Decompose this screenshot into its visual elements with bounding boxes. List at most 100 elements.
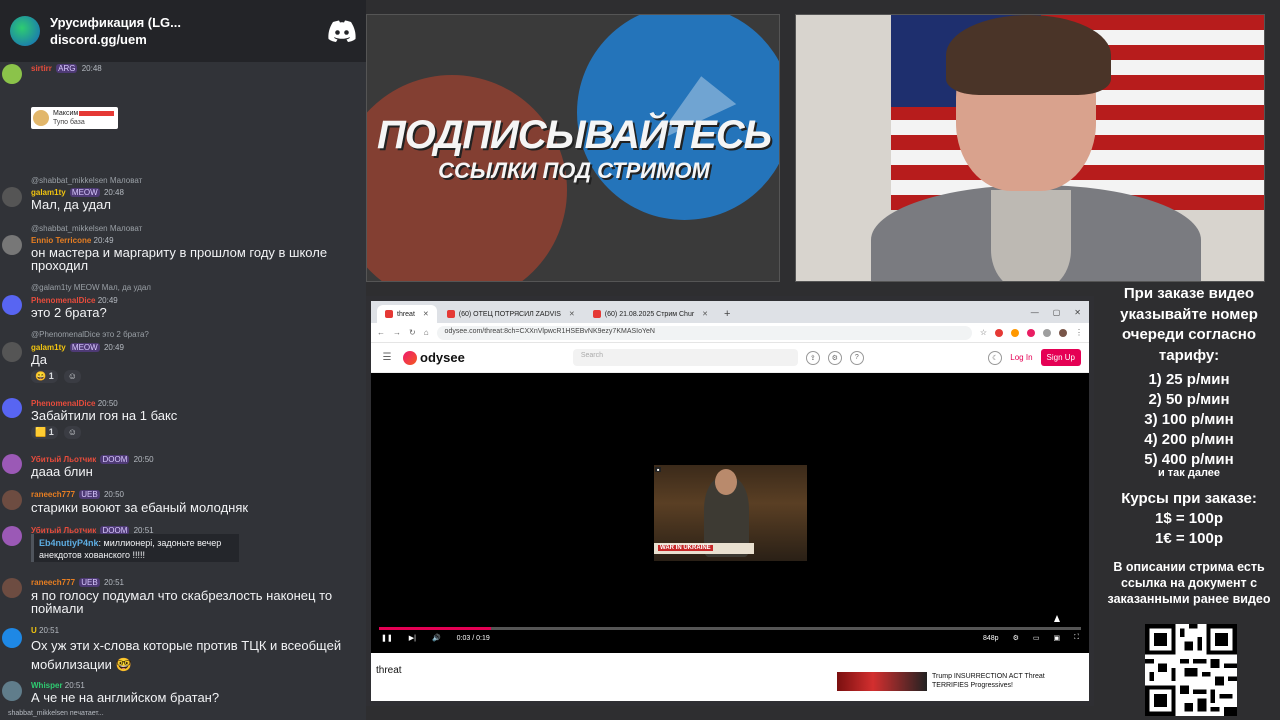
- timestamp: 20:51: [39, 626, 60, 635]
- rate-item: 1$ = 100р: [1155, 510, 1223, 527]
- message-text: дааа блин: [31, 464, 93, 479]
- user-avatar[interactable]: [2, 295, 22, 315]
- add-reaction-icon[interactable]: ☺: [63, 370, 81, 383]
- extension-icon[interactable]: [1027, 328, 1035, 337]
- seek-bar[interactable]: [379, 627, 1081, 630]
- video-player[interactable]: ■ WAR IN UKRAINE ❚❚ ▶| 🔊 0:03 / 0:19 848…: [371, 373, 1089, 653]
- browser-tab[interactable]: (60) ОТЕЦ ПОТРЯСИЛ ZADVIS ✕: [439, 305, 583, 323]
- channel-bug: ■: [655, 467, 662, 472]
- browser-tab[interactable]: (60) 21.08.2025 Стрим Chur ✕: [585, 305, 716, 323]
- reply-preview[interactable]: @shabbat_mikkelsen Маловат: [31, 176, 142, 185]
- extension-icon[interactable]: [1043, 328, 1051, 337]
- message-meta: U 20:51: [31, 626, 59, 635]
- speaker-head: [715, 469, 737, 495]
- theme-toggle-icon[interactable]: ☾: [988, 350, 1003, 365]
- close-tab-icon[interactable]: ✕: [569, 310, 575, 318]
- suggested-video-title[interactable]: Trump INSURRECTION ACT Threat TERRIFIES …: [932, 672, 1082, 690]
- message-text: Мал, да удал: [31, 197, 111, 212]
- cast-icon[interactable]: ▭: [1033, 634, 1040, 642]
- volume-icon[interactable]: 🔊: [432, 634, 441, 642]
- discord-icon: [328, 20, 356, 42]
- close-tab-icon[interactable]: ✕: [702, 310, 708, 318]
- pause-icon[interactable]: ❚❚: [381, 634, 393, 642]
- reload-icon[interactable]: ↻: [409, 328, 416, 337]
- user-avatar[interactable]: [2, 628, 22, 648]
- user-avatar[interactable]: [2, 235, 22, 255]
- close-tab-icon[interactable]: ✕: [423, 310, 429, 318]
- close-window-icon[interactable]: ✕: [1074, 308, 1081, 317]
- price-list-panel: При заказе видео указывайте номер очеред…: [1098, 284, 1280, 607]
- signup-button[interactable]: Sign Up: [1040, 349, 1081, 366]
- profile-avatar-icon[interactable]: [1059, 328, 1067, 337]
- username[interactable]: PhenomenalDice: [31, 399, 95, 408]
- maximize-icon[interactable]: ▢: [1053, 308, 1061, 317]
- new-tab-button[interactable]: +: [718, 308, 736, 323]
- username[interactable]: galam1ty: [31, 343, 66, 352]
- user-avatar[interactable]: [2, 490, 22, 510]
- url-field[interactable]: odysee.com/threat:8ch=CXXnVlpwcR1HSEBvNK…: [436, 325, 972, 340]
- reply-preview[interactable]: @galam1ty MEOW Мал, да удал: [31, 283, 151, 292]
- subscribe-banner: ПОДПИСЫВАЙТЕСЬ ССЫЛКИ ПОД СТРИМОМ: [366, 14, 780, 282]
- reply-preview[interactable]: @shabbat_mikkelsen Маловат: [31, 224, 142, 233]
- settings-gear-icon[interactable]: ⚙: [827, 350, 842, 365]
- forward-icon[interactable]: →: [393, 328, 401, 337]
- reply-preview[interactable]: @PhenomenalDice это 2 брата?: [31, 330, 149, 339]
- add-reaction-icon[interactable]: ☺: [63, 426, 81, 439]
- extension-icon[interactable]: [995, 328, 1003, 337]
- user-avatar[interactable]: [2, 578, 22, 598]
- image-embed[interactable]: Максим Тупо база: [31, 107, 118, 129]
- browser-tab[interactable]: threat ✕: [377, 305, 437, 323]
- quoted-username[interactable]: Eb4nutiyP4nk: [39, 538, 99, 548]
- next-icon[interactable]: ▶|: [409, 634, 416, 642]
- username[interactable]: Ennio Terricone: [31, 236, 91, 245]
- minimize-icon[interactable]: —: [1031, 308, 1039, 317]
- video-title: threat: [376, 665, 402, 676]
- username[interactable]: galam1ty: [31, 188, 66, 197]
- tab-label: (60) ОТЕЦ ПОТРЯСИЛ ZADVIS: [458, 310, 561, 318]
- settings-icon[interactable]: ⚙: [1013, 634, 1019, 642]
- embed-name: Максим: [53, 110, 79, 117]
- suggested-video-thumbnail[interactable]: [837, 672, 927, 691]
- search-input[interactable]: Search: [572, 349, 798, 366]
- rates-block: Курсы при заказе: 1$ = 100р 1€ = 100р: [1098, 489, 1280, 549]
- user-avatar[interactable]: [2, 187, 22, 207]
- quality-label[interactable]: 848p: [983, 635, 999, 642]
- username[interactable]: raneech777: [31, 578, 75, 587]
- timestamp: 20:48: [81, 64, 102, 73]
- message-text: Ох уж эти х-слова которые против ТЦК и в…: [31, 638, 342, 672]
- user-avatar[interactable]: [2, 681, 22, 701]
- reaction-chip[interactable]: 😄 1: [31, 370, 58, 383]
- discord-chat-panel: Урусификация (LG... discord.gg/uem sirti…: [0, 0, 366, 720]
- address-bar: ← → ↻ ⌂ odysee.com/threat:8ch=CXXnVlpwcR…: [371, 323, 1089, 343]
- fullscreen-icon[interactable]: ⛶: [1074, 634, 1079, 642]
- user-avatar[interactable]: [2, 526, 22, 546]
- reaction-bar: 😄 1 ☺: [31, 370, 81, 383]
- theater-mode-icon[interactable]: ▣: [1053, 634, 1060, 642]
- stream-layout: Урусификация (LG... discord.gg/uem sirti…: [0, 0, 1280, 720]
- username[interactable]: sirtirr: [31, 64, 52, 73]
- username[interactable]: PhenomenalDice: [31, 296, 95, 305]
- server-invite-link[interactable]: discord.gg/uem: [50, 32, 328, 47]
- extension-icon[interactable]: [1011, 328, 1019, 337]
- upload-icon[interactable]: ⇪: [805, 350, 820, 365]
- user-avatar[interactable]: [2, 342, 22, 362]
- browser-menu-icon[interactable]: ⋮: [1075, 328, 1083, 337]
- username[interactable]: U: [31, 626, 37, 635]
- help-icon[interactable]: ?: [849, 350, 864, 365]
- login-button[interactable]: Log In: [1010, 353, 1032, 362]
- odysee-logo[interactable]: odysee: [403, 350, 465, 365]
- role-badge: ARG: [56, 64, 78, 73]
- bookmark-star-icon[interactable]: ☆: [980, 328, 987, 337]
- timestamp: 20:49: [97, 296, 118, 305]
- user-avatar[interactable]: [2, 398, 22, 418]
- hamburger-menu-icon[interactable]: ☰: [379, 352, 395, 363]
- home-icon[interactable]: ⌂: [424, 328, 429, 337]
- username[interactable]: Убитый Льотчик: [31, 455, 96, 464]
- user-avatar[interactable]: [2, 64, 22, 84]
- back-icon[interactable]: ←: [377, 328, 385, 337]
- username[interactable]: raneech777: [31, 490, 75, 499]
- username[interactable]: Whisper: [31, 681, 63, 690]
- user-avatar[interactable]: [2, 454, 22, 474]
- server-icon: [10, 16, 40, 46]
- reaction-chip[interactable]: 🟨 1: [31, 426, 58, 439]
